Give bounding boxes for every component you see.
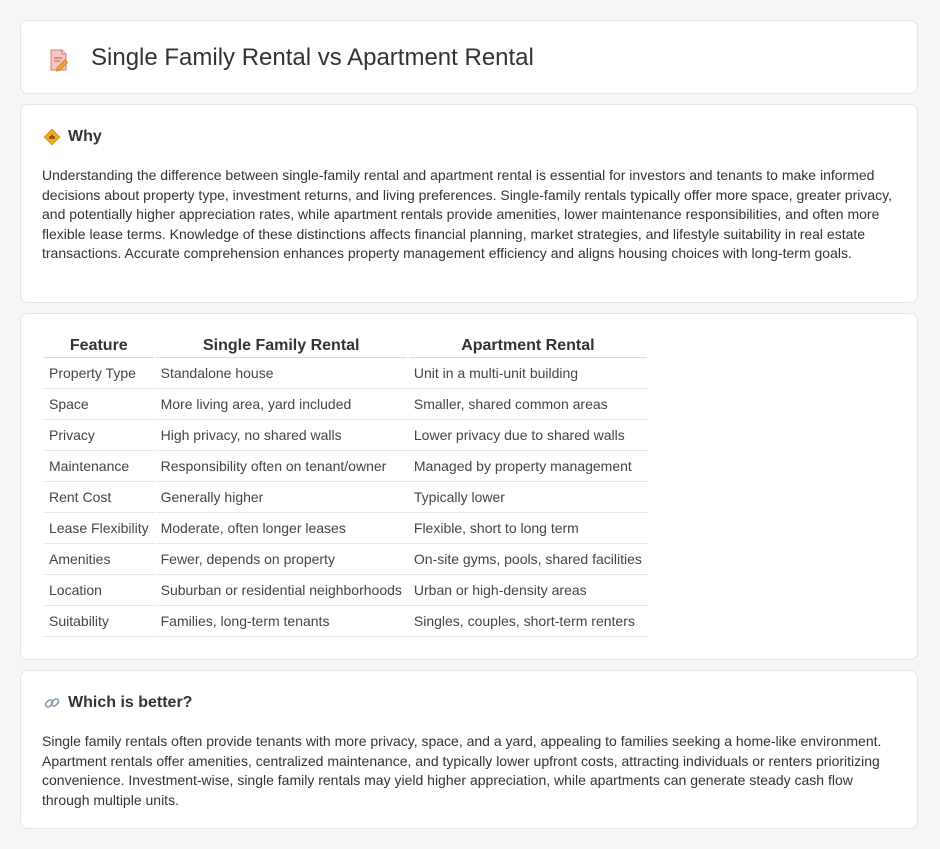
table-row: Location Suburban or residential neighbo… xyxy=(44,575,647,606)
table-cell: Managed by property management xyxy=(408,451,647,482)
table-cell: Privacy xyxy=(44,420,154,451)
table-cell: On-site gyms, pools, shared facilities xyxy=(408,544,647,575)
why-text: Understanding the difference between sin… xyxy=(42,167,892,261)
why-heading: Why xyxy=(68,128,102,145)
table-cell: Fewer, depends on property xyxy=(155,544,407,575)
table-row: Suitability Families, long-term tenants … xyxy=(44,606,647,637)
table-row: Property Type Standalone house Unit in a… xyxy=(44,358,647,389)
table-cell: Unit in a multi-unit building xyxy=(408,358,647,389)
link-icon xyxy=(44,698,60,708)
comparison-table: Feature Single Family Rental Apartment R… xyxy=(42,335,649,637)
better-heading-row: Which is better? xyxy=(43,693,192,713)
table-cell: Smaller, shared common areas xyxy=(408,389,647,420)
table-header-row: Feature Single Family Rental Apartment R… xyxy=(44,335,647,358)
table-cell: More living area, yard included xyxy=(155,389,407,420)
table-cell: Property Type xyxy=(44,358,154,389)
better-heading: Which is better? xyxy=(68,694,193,711)
table-cell: Urban or high-density areas xyxy=(408,575,647,606)
table-cell: Responsibility often on tenant/owner xyxy=(155,451,407,482)
why-heading-row: Why xyxy=(43,127,102,147)
table-row: Privacy High privacy, no shared walls Lo… xyxy=(44,420,647,451)
page-title: Single Family Rental vs Apartment Rental xyxy=(91,44,534,71)
comparison-section: Feature Single Family Rental Apartment R… xyxy=(20,313,918,660)
header-card: Single Family Rental vs Apartment Rental xyxy=(20,20,918,94)
table-cell: Lower privacy due to shared walls xyxy=(408,420,647,451)
table-cell: Typically lower xyxy=(408,482,647,513)
table-cell: Suburban or residential neighborhoods xyxy=(155,575,407,606)
why-section: Why Understanding the difference between… xyxy=(20,104,918,303)
table-cell: Rent Cost xyxy=(44,482,154,513)
col-header-single-family: Single Family Rental xyxy=(155,335,407,358)
col-header-feature: Feature xyxy=(44,335,154,358)
table-row: Rent Cost Generally higher Typically low… xyxy=(44,482,647,513)
document-edit-icon xyxy=(50,49,69,72)
table-row: Maintenance Responsibility often on tena… xyxy=(44,451,647,482)
table-cell: Lease Flexibility xyxy=(44,513,154,544)
table-cell: Location xyxy=(44,575,154,606)
diamond-signal-icon xyxy=(43,128,61,146)
table-cell: Generally higher xyxy=(155,482,407,513)
table-cell: Maintenance xyxy=(44,451,154,482)
table-cell: Singles, couples, short-term renters xyxy=(408,606,647,637)
table-cell: Amenities xyxy=(44,544,154,575)
table-cell: Space xyxy=(44,389,154,420)
better-text: Single family rentals often provide tena… xyxy=(42,733,882,808)
which-better-section: Which is better? Single family rentals o… xyxy=(20,670,918,829)
table-row: Amenities Fewer, depends on property On-… xyxy=(44,544,647,575)
table-cell: Standalone house xyxy=(155,358,407,389)
table-row: Space More living area, yard included Sm… xyxy=(44,389,647,420)
table-cell: Families, long-term tenants xyxy=(155,606,407,637)
table-cell: Moderate, often longer leases xyxy=(155,513,407,544)
table-cell: Suitability xyxy=(44,606,154,637)
table-cell: High privacy, no shared walls xyxy=(155,420,407,451)
col-header-apartment: Apartment Rental xyxy=(408,335,647,358)
table-row: Lease Flexibility Moderate, often longer… xyxy=(44,513,647,544)
table-cell: Flexible, short to long term xyxy=(408,513,647,544)
